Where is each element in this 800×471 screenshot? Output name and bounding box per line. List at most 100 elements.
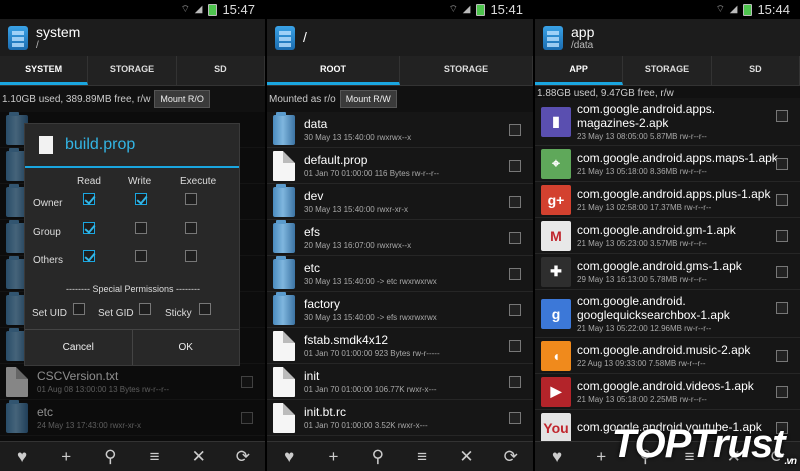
- tab-sd[interactable]: SD: [712, 56, 800, 85]
- list-item[interactable]: data 30 May 13 15:40:00 rwxrwx--x: [267, 111, 533, 148]
- tab-root[interactable]: ROOT: [267, 56, 400, 85]
- tab-storage[interactable]: STORAGE: [400, 56, 533, 85]
- tab-storage[interactable]: STORAGE: [623, 56, 712, 85]
- cancel-button[interactable]: Cancel: [25, 330, 132, 365]
- select-checkbox[interactable]: [776, 302, 788, 314]
- set-gid-checkbox[interactable]: [139, 303, 151, 315]
- group-write-checkbox[interactable]: [135, 222, 147, 234]
- item-meta: 23 May 13 08:05:00 5.87MB rw-r--r--: [577, 132, 707, 141]
- sticky-checkbox[interactable]: [199, 303, 211, 315]
- item-meta: 01 Jan 70 01:00:00 923 Bytes rw-r-----: [304, 349, 440, 358]
- tab-system[interactable]: SYSTEM: [0, 56, 89, 85]
- clock: 15:41: [490, 2, 523, 17]
- group-read-checkbox[interactable]: [83, 222, 95, 234]
- close-icon[interactable]: ✕: [183, 447, 215, 467]
- set-uid-checkbox[interactable]: [73, 303, 85, 315]
- item-meta: 29 May 13 16:13:00 5.78MB rw-r--r--: [577, 275, 707, 284]
- folder-path: /data: [571, 39, 594, 51]
- folder-title: system: [36, 23, 81, 40]
- file-icon: [273, 330, 295, 361]
- others-write-checkbox[interactable]: [135, 250, 147, 262]
- list-item[interactable]: g+ com.google.android.apps.plus-1.apk 21 M…: [535, 182, 800, 218]
- mount-button[interactable]: Mount R/W: [339, 90, 397, 108]
- select-checkbox[interactable]: [509, 232, 521, 244]
- plus-icon[interactable]: +: [317, 447, 349, 467]
- select-checkbox[interactable]: [776, 230, 788, 242]
- select-checkbox[interactable]: [509, 196, 521, 208]
- search-icon[interactable]: ⚲: [362, 447, 394, 467]
- list-item[interactable]: g com.google.android. googlequicksearchbo…: [535, 290, 800, 338]
- heart-icon[interactable]: ♥: [6, 447, 38, 467]
- list-item[interactable]: ◖ com.google.android.music-2.apk 22 Aug 13…: [535, 338, 800, 374]
- app-icon[interactable]: [543, 25, 563, 50]
- list-item[interactable]: default.prop 01 Jan 70 01:00:00 116 Bytes…: [267, 148, 533, 184]
- folder-title: /: [303, 29, 307, 45]
- item-meta: 30 May 13 15:40:00 rwxrwx--x: [304, 133, 412, 142]
- list-item[interactable]: init 01 Jan 70 01:00:00 106.77K rwxr-x---: [267, 364, 533, 400]
- list-item[interactable]: ✚ com.google.android.gms-1.apk 29 May 13 1…: [535, 254, 800, 290]
- others-read-checkbox[interactable]: [83, 250, 95, 262]
- others-execute-checkbox[interactable]: [185, 250, 197, 262]
- group-execute-checkbox[interactable]: [185, 222, 197, 234]
- sort-icon[interactable]: ≡: [406, 447, 438, 467]
- list-item[interactable]: ⌖ com.google.android.apps.maps-1.apk 21 Ma…: [535, 146, 800, 182]
- select-checkbox[interactable]: [776, 350, 788, 362]
- heart-icon[interactable]: ♥: [541, 447, 573, 467]
- refresh-icon[interactable]: ⟳: [227, 447, 259, 467]
- select-checkbox[interactable]: [776, 110, 788, 122]
- item-meta: 21 May 13 05:22:00 12.96MB rw-r--r--: [577, 324, 712, 333]
- list-item[interactable]: factory 30 May 13 15:40:00 -> efs rwxrwxr…: [267, 291, 533, 328]
- list-item[interactable]: ▮ com.google.android.apps. magazines-2.ap…: [535, 98, 800, 146]
- select-checkbox[interactable]: [509, 124, 521, 136]
- heart-icon[interactable]: ♥: [273, 447, 305, 467]
- sort-icon[interactable]: ≡: [139, 447, 171, 467]
- item-meta: 01 Jan 70 01:00:00 3.52K rwxr-x---: [304, 421, 428, 430]
- select-checkbox[interactable]: [776, 386, 788, 398]
- status-bar: ⌔ ◢ 15:41: [267, 0, 533, 19]
- select-checkbox[interactable]: [509, 160, 521, 172]
- app-glyph: ◖: [551, 347, 561, 364]
- tab-app[interactable]: APP: [535, 56, 624, 85]
- select-checkbox[interactable]: [509, 340, 521, 352]
- app-icon[interactable]: [275, 25, 295, 50]
- list-item[interactable]: ▶ com.google.android.videos-1.apk 21 May 1…: [535, 374, 800, 410]
- select-checkbox[interactable]: [776, 158, 788, 170]
- ok-button[interactable]: OK: [131, 330, 240, 365]
- select-checkbox[interactable]: [776, 266, 788, 278]
- select-checkbox[interactable]: [509, 304, 521, 316]
- owner-execute-checkbox[interactable]: [185, 193, 197, 205]
- watermark-logo: TOPTrust.vn: [611, 422, 797, 467]
- list-item[interactable]: fstab.smdk4x12 01 Jan 70 01:00:00 923 Byt…: [267, 328, 533, 364]
- tab-sd[interactable]: SD: [177, 56, 265, 85]
- item-meta: 30 May 13 15:40:00 -> efs rwxrwxrwx: [304, 313, 437, 322]
- app-icon[interactable]: [8, 25, 28, 50]
- refresh-icon[interactable]: ⟳: [495, 447, 527, 467]
- file-icon: [273, 366, 295, 397]
- close-icon[interactable]: ✕: [450, 447, 482, 467]
- list-item[interactable]: efs 20 May 13 16:07:00 rwxrwx--x: [267, 219, 533, 256]
- item-name: com.google.android. googlequicksearchbox…: [577, 294, 730, 322]
- usage-text: 1.10GB used, 389.89MB free, r/w: [2, 93, 151, 105]
- search-icon[interactable]: ⚲: [94, 447, 126, 467]
- select-checkbox[interactable]: [776, 194, 788, 206]
- folder-icon: [273, 255, 295, 289]
- battery-icon: [743, 3, 753, 16]
- execute-header: Execute: [180, 176, 217, 187]
- list-item[interactable]: etc 30 May 13 15:40:00 -> etc rwxrwxrwx: [267, 255, 533, 292]
- signal-icon: ⌔ ◢: [180, 4, 204, 15]
- list-item[interactable]: dev 30 May 13 15:40:00 rwxr-xr-x: [267, 183, 533, 220]
- info-bar: 1.88GB used, 9.47GB free, r/w: [535, 88, 800, 99]
- info-bar: 1.10GB used, 389.89MB free, r/w Mount R/…: [0, 86, 265, 112]
- mount-button[interactable]: Mount R/O: [154, 90, 210, 108]
- select-checkbox[interactable]: [509, 412, 521, 424]
- select-checkbox[interactable]: [509, 376, 521, 388]
- owner-read-checkbox[interactable]: [83, 193, 95, 205]
- plus-icon[interactable]: +: [50, 447, 82, 467]
- select-checkbox[interactable]: [509, 268, 521, 280]
- item-name: com.google.android.apps.plus-1.apk: [577, 187, 771, 201]
- app-glyph: g: [551, 305, 561, 322]
- owner-write-checkbox[interactable]: [135, 193, 147, 205]
- list-item[interactable]: init.bt.rc 01 Jan 70 01:00:00 3.52K rwxr-…: [267, 400, 533, 436]
- list-item[interactable]: Mcom.google.android.gm-1.apk 21 May 13 05…: [535, 218, 800, 254]
- tab-storage[interactable]: STORAGE: [88, 56, 177, 85]
